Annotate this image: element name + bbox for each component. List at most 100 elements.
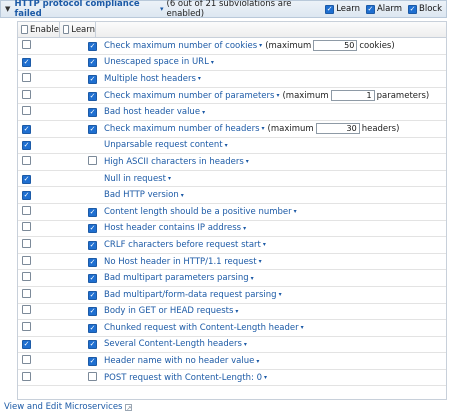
enable-checkbox[interactable] <box>22 106 31 116</box>
subviolation-link[interactable]: Bad multipart parameters parsing <box>104 273 249 283</box>
enable-checkbox[interactable] <box>22 89 31 99</box>
learn-column-header: Learn <box>60 22 96 37</box>
enable-checkbox[interactable]: ✓ <box>22 124 31 134</box>
enable-checkbox[interactable]: ✓ <box>22 191 31 201</box>
chevron-down-icon[interactable]: ▾ <box>202 109 205 116</box>
chevron-down-icon[interactable]: ▾ <box>276 92 279 99</box>
collapse-triangle-icon[interactable]: ▼ <box>5 5 11 13</box>
subviolation-link[interactable]: Body in GET or HEAD requests <box>104 306 233 316</box>
subviolation-link[interactable]: High ASCII characters in headers <box>104 157 244 167</box>
select-all-learn-checkbox[interactable] <box>63 25 70 34</box>
subviolation-name-cell: Bad multipart/form-data request parsing ▾ <box>94 290 282 300</box>
block-checkbox[interactable]: ✓ <box>408 4 417 14</box>
subviolation-link[interactable]: POST request with Content-Length: 0 <box>104 373 262 383</box>
subviolation-link[interactable]: Several Content-Length headers <box>104 339 242 349</box>
select-all-enable-checkbox[interactable] <box>21 25 29 34</box>
header-option-block[interactable]: ✓ Block <box>408 4 442 14</box>
subviolation-link[interactable]: Check maximum number of parameters <box>104 91 274 101</box>
chevron-down-icon[interactable]: ▾ <box>243 225 246 232</box>
subviolation-link[interactable]: Host header contains IP address <box>104 223 241 233</box>
enable-checkbox[interactable] <box>22 305 31 315</box>
chevron-down-icon[interactable]: ▾ <box>263 241 266 248</box>
subviolation-link[interactable]: Bad host header value <box>104 107 200 117</box>
chevron-down-icon[interactable]: ▾ <box>256 358 259 365</box>
chevron-down-icon[interactable]: ▾ <box>264 374 267 381</box>
subviolation-link[interactable]: Content length should be a positive numb… <box>104 207 292 217</box>
chevron-down-icon[interactable]: ▾ <box>259 258 262 265</box>
subviolation-link[interactable]: Header name with no header value <box>104 356 254 366</box>
chevron-down-icon[interactable]: ▾ <box>262 125 265 132</box>
enable-checkbox[interactable]: ✓ <box>22 58 31 68</box>
learn-cell: ✓ <box>58 257 97 267</box>
chevron-down-icon[interactable]: ▾ <box>244 341 247 348</box>
limit-input[interactable]: 50 <box>313 40 358 52</box>
learn-cell: ✓ <box>58 339 97 350</box>
chevron-down-icon[interactable]: ▾ <box>246 158 249 165</box>
subviolation-link[interactable]: Check maximum number of headers <box>104 124 260 134</box>
learn-cell <box>58 371 97 384</box>
learn-cell: ✓ <box>58 323 97 333</box>
enable-cell <box>18 272 60 284</box>
section-title[interactable]: HTTP protocol compliance failed <box>15 0 158 19</box>
subviolation-name-cell: POST request with Content-Length: 0 ▾ <box>94 373 267 383</box>
header-option-learn[interactable]: ✓ Learn <box>325 4 360 14</box>
chevron-down-icon[interactable]: ▾ <box>301 324 304 331</box>
subviolation-link[interactable]: Bad multipart/form-data request parsing <box>104 290 277 300</box>
enable-checkbox[interactable] <box>22 238 31 248</box>
chevron-down-icon[interactable]: ▾ <box>279 291 282 298</box>
subviolation-name-cell: Multiple host headers ▾ <box>94 74 201 84</box>
learn-column-label: Learn <box>71 24 95 35</box>
enable-checkbox[interactable] <box>22 272 31 282</box>
subviolation-link[interactable]: Chunked request with Content-Length head… <box>104 323 299 333</box>
enable-checkbox[interactable] <box>22 255 31 265</box>
external-link-icon[interactable]: ↗ <box>125 403 133 412</box>
enable-checkbox[interactable] <box>22 39 31 49</box>
subviolation-link[interactable]: Bad HTTP version <box>104 190 179 200</box>
table-row: ✓ Bad host header value ▾ <box>18 104 446 121</box>
enable-checkbox[interactable] <box>22 288 31 298</box>
enable-checkbox[interactable] <box>22 205 31 215</box>
chevron-down-icon[interactable]: ▾ <box>168 175 171 182</box>
subviolations-table: Enable Learn ✓ Check maximum number of co… <box>17 21 447 400</box>
enable-checkbox[interactable]: ✓ <box>22 174 31 184</box>
subviolation-link[interactable]: CRLF characters before request start <box>104 240 261 250</box>
enable-checkbox[interactable] <box>22 72 31 82</box>
subviolation-link[interactable]: Unescaped space in URL <box>104 57 209 67</box>
enable-checkbox[interactable]: ✓ <box>22 141 31 151</box>
enable-checkbox[interactable] <box>22 155 31 165</box>
enable-checkbox[interactable] <box>22 355 31 365</box>
limit-prefix: (maximum <box>282 90 329 101</box>
chevron-down-icon[interactable]: ▾ <box>225 142 228 149</box>
subviolation-name-cell: CRLF characters before request start ▾ <box>94 240 266 250</box>
table-header: Enable Learn <box>18 22 446 38</box>
subviolation-link[interactable]: No Host header in HTTP/1.1 request <box>104 257 257 267</box>
subviolation-link[interactable]: Check maximum number of cookies <box>104 41 257 51</box>
learn-checkbox[interactable]: ✓ <box>325 4 335 14</box>
chevron-down-icon[interactable]: ▾ <box>198 75 201 82</box>
learn-cell: ✓ <box>58 74 97 84</box>
limit-input[interactable]: 1 <box>330 90 375 102</box>
chevron-down-icon[interactable]: ▾ <box>259 42 262 49</box>
subviolation-link[interactable]: Unparsable request content <box>104 140 223 150</box>
subviolation-name-cell: Several Content-Length headers ▾ <box>94 339 247 349</box>
view-edit-microservices-link[interactable]: View and Edit Microservices <box>4 402 122 412</box>
enable-checkbox[interactable]: ✓ <box>22 340 31 350</box>
header-option-alarm[interactable]: ✓ Alarm <box>365 4 402 14</box>
chevron-down-icon[interactable]: ▾ <box>251 275 254 282</box>
chevron-down-icon[interactable]: ▾ <box>181 192 184 199</box>
alarm-checkbox[interactable]: ✓ <box>365 4 375 14</box>
enable-checkbox[interactable] <box>22 371 31 381</box>
enable-cell: ✓ <box>18 57 60 68</box>
chevron-down-icon[interactable]: ▾ <box>211 59 214 66</box>
limit-input[interactable]: 30 <box>315 123 360 135</box>
enable-checkbox[interactable] <box>22 222 31 232</box>
enable-cell <box>18 371 60 384</box>
chevron-down-icon[interactable]: ▾ <box>294 208 297 215</box>
limit-suffix: cookies) <box>359 40 395 51</box>
enable-checkbox[interactable] <box>22 321 31 331</box>
subviolation-link[interactable]: Multiple host headers <box>104 74 196 84</box>
chevron-down-icon[interactable]: ▾ <box>160 5 164 13</box>
table-row: ✓ ✓ Unescaped space in URL ▾ <box>18 55 446 72</box>
chevron-down-icon[interactable]: ▾ <box>235 308 238 315</box>
subviolation-link[interactable]: Null in request <box>104 174 166 184</box>
